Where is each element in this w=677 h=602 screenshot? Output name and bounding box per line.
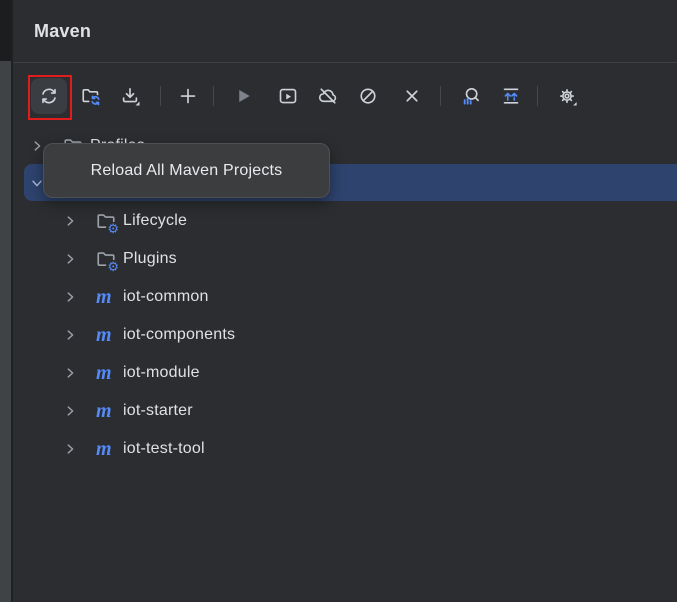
dependency-analyzer-button[interactable]	[452, 78, 488, 114]
folder-sync-icon	[81, 86, 101, 106]
maven-module-icon: m	[96, 401, 116, 421]
reload-button[interactable]	[31, 78, 67, 114]
gear-icon	[557, 86, 577, 106]
tree-item-label: Plugins	[123, 250, 177, 268]
download-icon	[120, 86, 140, 106]
chevron-right-icon[interactable]	[63, 441, 77, 457]
tree-row-plugins[interactable]: ⚙ Plugins	[13, 240, 677, 278]
editor-edge	[0, 0, 11, 61]
magnifier-bars-icon	[460, 86, 480, 106]
chevron-right-icon[interactable]	[63, 213, 77, 229]
gear-badge-icon: ⚙	[106, 260, 120, 273]
chevron-right-icon[interactable]	[63, 365, 77, 381]
skip-tests-button[interactable]	[350, 78, 386, 114]
toolbar-separator	[160, 86, 161, 106]
tree-row-iot-starter[interactable]: m iot-starter	[13, 392, 677, 430]
toggle-offline-button[interactable]	[310, 78, 346, 114]
chevron-right-icon[interactable]	[63, 403, 77, 419]
maven-module-icon: m	[96, 363, 116, 383]
reload-icon	[39, 86, 59, 106]
tool-window-header: Maven	[13, 0, 677, 63]
toolbar-separator	[213, 86, 214, 106]
execute-maven-goal-button[interactable]	[270, 78, 306, 114]
mute-button[interactable]	[394, 78, 430, 114]
gear-badge-icon: ⚙	[106, 222, 120, 235]
tree-item-label: Lifecycle	[123, 212, 187, 230]
run-button[interactable]	[225, 78, 261, 114]
tree-item-label: iot-test-tool	[123, 440, 205, 458]
download-sources-button[interactable]	[112, 78, 148, 114]
circle-slash-icon	[358, 86, 378, 106]
collapse-all-button[interactable]	[493, 78, 529, 114]
tree-item-label: iot-common	[123, 288, 209, 306]
play-icon	[233, 86, 253, 106]
tree-item-label: iot-starter	[123, 402, 193, 420]
maven-tool-window: Maven	[0, 0, 677, 602]
maven-module-icon: m	[96, 439, 116, 459]
plus-icon	[178, 86, 198, 106]
folder-gear-icon: ⚙	[96, 211, 116, 231]
folder-gear-icon: ⚙	[96, 249, 116, 269]
add-maven-project-button[interactable]	[170, 78, 206, 114]
tree-row-iot-module[interactable]: m iot-module	[13, 354, 677, 392]
double-up-arrow-icon	[501, 86, 521, 106]
chevron-right-icon[interactable]	[30, 138, 44, 154]
tree-row-lifecycle[interactable]: ⚙ Lifecycle	[13, 202, 677, 240]
chevron-right-icon[interactable]	[63, 251, 77, 267]
toolbar-separator	[537, 86, 538, 106]
chevron-right-icon[interactable]	[63, 289, 77, 305]
toolbar-separator	[440, 86, 441, 106]
chevron-right-icon[interactable]	[63, 327, 77, 343]
tooltip-text: Reload All Maven Projects	[91, 162, 283, 180]
tree-item-label: iot-components	[123, 326, 235, 344]
run-box-icon	[278, 86, 298, 106]
settings-button[interactable]	[549, 78, 585, 114]
generate-sources-button[interactable]	[73, 78, 109, 114]
tree-row-iot-test-tool[interactable]: m iot-test-tool	[13, 430, 677, 468]
tooltip: Reload All Maven Projects	[43, 143, 330, 198]
tree-row-iot-common[interactable]: m iot-common	[13, 278, 677, 316]
tree-row-iot-components[interactable]: m iot-components	[13, 316, 677, 354]
maven-project-tree: Profiles ⚙ Lifecycle	[13, 127, 677, 602]
maven-module-icon: m	[96, 287, 116, 307]
cloud-slash-icon	[318, 86, 338, 106]
chevron-down-icon[interactable]	[30, 175, 44, 191]
panel-title: Maven	[34, 0, 91, 62]
panel-edge-strip	[0, 0, 11, 602]
x-icon	[402, 86, 422, 106]
maven-module-icon: m	[96, 325, 116, 345]
tree-item-label: iot-module	[123, 364, 200, 382]
